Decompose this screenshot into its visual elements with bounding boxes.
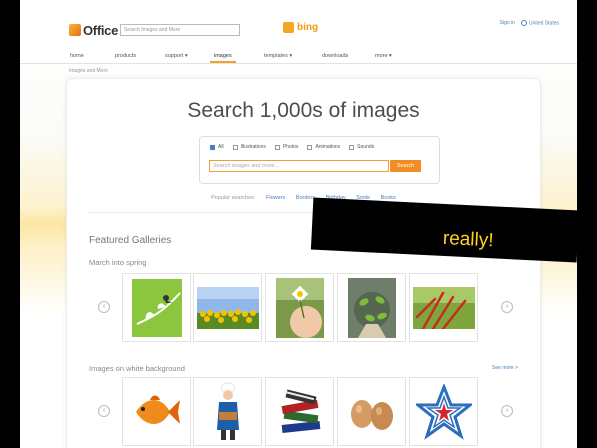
office-logo-icon xyxy=(69,24,81,36)
gallery-title-spring[interactable]: March into spring xyxy=(89,258,147,267)
thumb-daisy-in-hands[interactable] xyxy=(265,273,334,342)
plant-sprouts-image xyxy=(347,277,396,338)
thumb-bird-on-branch[interactable] xyxy=(122,273,191,342)
breadcrumb[interactable]: Images and More xyxy=(69,68,108,74)
thumb-stack-of-books[interactable] xyxy=(265,377,334,446)
thumb-plant-sprouts[interactable] xyxy=(337,273,406,342)
filter-photos[interactable]: Photos xyxy=(274,144,299,150)
checkbox-icon xyxy=(232,144,238,150)
page-title: Search 1,000s of images xyxy=(187,99,420,122)
girl-cake-image xyxy=(216,382,239,440)
goldfish-image xyxy=(135,395,180,424)
image-search-input[interactable]: Search images and more... xyxy=(209,160,389,172)
next-arrow-icon[interactable]: › xyxy=(501,301,513,313)
filter-label: Animations xyxy=(315,144,341,150)
thumb-tulip-field[interactable] xyxy=(193,273,262,342)
books-image xyxy=(281,388,320,433)
gallery-white-background: ‹ › xyxy=(87,377,523,447)
content-card: Search 1,000s of images All Illustration… xyxy=(66,78,541,448)
region-link[interactable]: United States xyxy=(520,20,559,27)
caption-text: really! xyxy=(442,227,495,252)
red-stems-image xyxy=(412,286,475,329)
filter-animations[interactable]: Animations xyxy=(307,144,340,150)
previous-arrow-icon[interactable]: ‹ xyxy=(98,405,110,417)
filter-label: Illustrations xyxy=(240,144,266,150)
popular-link-borders[interactable]: Borders xyxy=(296,195,315,201)
popular-link-flowers[interactable]: Flowers xyxy=(266,195,285,201)
daisy-hands-image xyxy=(275,277,324,338)
filter-label: All xyxy=(218,144,224,150)
tulip-field-image xyxy=(196,286,259,329)
image-search-panel: All Illustrations Photos Animations Soun… xyxy=(199,136,440,184)
site-search-input[interactable]: Search Images and More xyxy=(120,24,240,36)
office-logo-text: Office xyxy=(83,22,119,38)
slide-background: Office Search Images and More bing Sign … xyxy=(0,0,597,448)
thumb-goldfish[interactable] xyxy=(122,377,191,446)
filter-label: Sounds xyxy=(357,144,375,150)
nav-home[interactable]: home xyxy=(70,53,84,59)
globe-icon xyxy=(520,20,527,26)
eggs-image xyxy=(350,399,393,430)
popular-label: Popular searches: xyxy=(211,195,256,201)
previous-arrow-icon[interactable]: ‹ xyxy=(98,301,110,313)
checkbox-icon xyxy=(210,144,215,150)
bing-search-button[interactable]: bing xyxy=(283,22,318,33)
thumb-girl-with-cake[interactable] xyxy=(193,377,262,446)
thumb-red-stems[interactable] xyxy=(409,273,478,342)
filter-sounds[interactable]: Sounds xyxy=(349,144,374,150)
account-links: Sign in United States xyxy=(500,20,559,26)
region-label: United States xyxy=(528,20,559,27)
nav-images[interactable]: images xyxy=(210,53,236,63)
gallery-spring: ‹ › xyxy=(87,273,523,343)
nav-downloads[interactable]: downloads xyxy=(322,53,348,59)
filter-illustrations[interactable]: Illustrations xyxy=(232,144,266,150)
bird-branch-image xyxy=(131,278,182,337)
bing-label: bing xyxy=(297,22,319,33)
sign-in-link[interactable]: Sign in xyxy=(500,20,515,26)
filter-all[interactable]: All xyxy=(210,144,224,150)
filter-label: Photos xyxy=(282,144,299,150)
main-nav: home products support ▾ images templates… xyxy=(20,50,577,64)
nav-templates[interactable]: templates ▾ xyxy=(264,53,292,59)
nav-more[interactable]: more ▾ xyxy=(375,53,392,59)
media-filters: All Illustrations Photos Animations Soun… xyxy=(210,144,374,150)
checkbox-icon xyxy=(274,144,280,150)
gallery-title-white-background[interactable]: Images on white background xyxy=(89,364,185,373)
checkbox-icon xyxy=(349,144,355,150)
office-logo[interactable]: Office xyxy=(69,22,118,38)
featured-galleries-heading: Featured Galleries xyxy=(89,235,172,246)
see-more-link[interactable]: See more > xyxy=(492,365,518,371)
popular-searches: Popular searches: Flowers Borders Birthd… xyxy=(67,195,540,201)
thumb-star-badge[interactable] xyxy=(409,377,478,446)
thumb-eggs[interactable] xyxy=(337,377,406,446)
checkbox-icon xyxy=(307,144,313,150)
bing-icon xyxy=(283,22,294,33)
nav-products[interactable]: products xyxy=(115,53,136,59)
nav-support[interactable]: support ▾ xyxy=(165,53,188,59)
star-badge-image xyxy=(415,383,472,440)
next-arrow-icon[interactable]: › xyxy=(501,405,513,417)
site-header: Office Search Images and More bing Sign … xyxy=(20,0,577,50)
search-button[interactable]: Search xyxy=(390,160,421,172)
